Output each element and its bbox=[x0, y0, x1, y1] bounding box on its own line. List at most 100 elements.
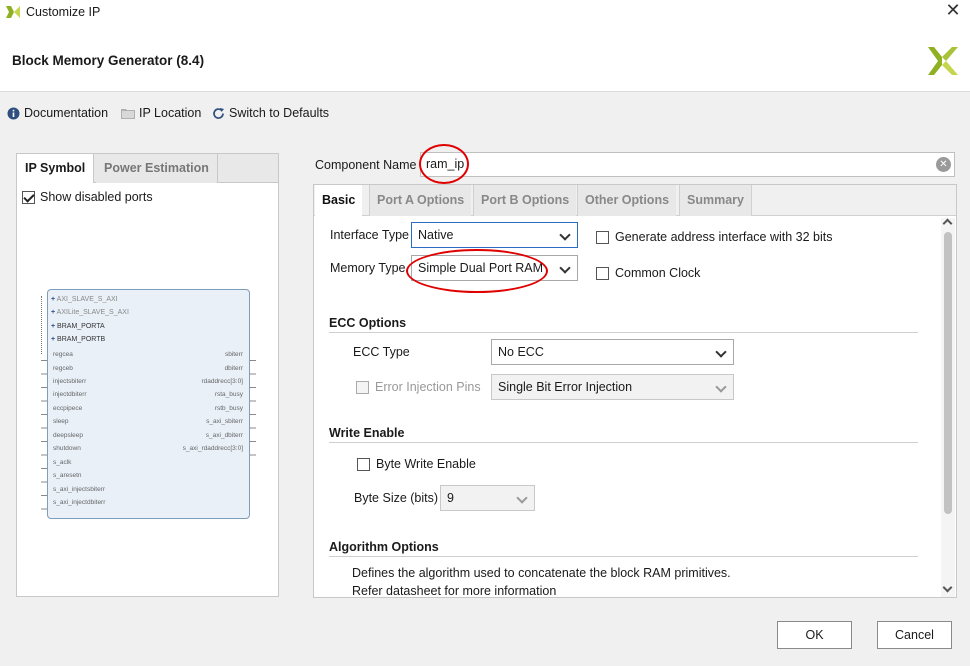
bus-axi-slave: + AXI_SLAVE_S_AXI bbox=[51, 296, 118, 303]
error-injection-option[interactable]: Error Injection Pins bbox=[356, 380, 481, 394]
scrollbar[interactable] bbox=[941, 218, 955, 597]
folder-icon bbox=[121, 109, 135, 119]
port-left: injectsbiterr bbox=[53, 378, 87, 385]
ip-symbol-block: + AXI_SLAVE_S_AXI + AXILite_SLAVE_S_AXI … bbox=[47, 289, 250, 519]
port-right: s_axi_sbiterr bbox=[206, 418, 243, 425]
port-left: s_axi_injectdbiterr bbox=[53, 499, 106, 506]
documentation-button[interactable]: Documentation bbox=[7, 104, 108, 122]
cancel-button[interactable]: Cancel bbox=[877, 621, 952, 649]
tab-basic[interactable]: Basic bbox=[315, 185, 363, 217]
ecc-type-value: No ECC bbox=[498, 345, 544, 359]
close-icon[interactable]: ✕ bbox=[942, 0, 964, 21]
memory-type-label: Memory Type bbox=[330, 261, 406, 275]
chevron-down-icon bbox=[559, 229, 571, 241]
chevron-down-icon bbox=[715, 346, 727, 358]
interface-type-select[interactable]: Native bbox=[411, 222, 578, 248]
ecc-options-heading: ECC Options bbox=[329, 316, 407, 330]
gen-addr-32-checkbox[interactable] bbox=[596, 230, 609, 244]
error-injection-checkbox[interactable] bbox=[356, 380, 369, 394]
error-injection-select[interactable]: Single Bit Error Injection bbox=[491, 374, 734, 400]
ok-button[interactable]: OK bbox=[777, 621, 852, 649]
ip-location-label: IP Location bbox=[139, 106, 202, 120]
gen-addr-32-option[interactable]: Generate address interface with 32 bits bbox=[596, 230, 832, 244]
info-icon bbox=[7, 107, 20, 119]
error-injection-value: Single Bit Error Injection bbox=[498, 380, 633, 394]
port-left: sleep bbox=[53, 418, 69, 425]
common-clock-option[interactable]: Common Clock bbox=[596, 266, 700, 280]
port-right: s_axi_dbiterr bbox=[205, 432, 243, 439]
ip-symbol-panel: IP Symbol Power Estimation Show disabled… bbox=[16, 153, 279, 597]
title-bar: Customize IP ✕ bbox=[0, 0, 970, 26]
gen-addr-32-label: Generate address interface with 32 bits bbox=[615, 230, 833, 244]
section-divider bbox=[329, 332, 918, 333]
vivado-logo-icon bbox=[6, 6, 20, 18]
algorithm-description: Defines the algorithm used to concatenat… bbox=[352, 566, 731, 580]
chevron-down-icon bbox=[559, 262, 571, 274]
port-left: s_aclk bbox=[53, 459, 72, 466]
switch-defaults-label: Switch to Defaults bbox=[229, 106, 330, 120]
xilinx-brand-icon bbox=[928, 47, 958, 75]
tab-port-b-options[interactable]: Port B Options bbox=[473, 185, 577, 216]
ip-location-button[interactable]: IP Location bbox=[121, 104, 201, 122]
tab-port-a-options[interactable]: Port A Options bbox=[369, 185, 472, 216]
annotation-circle bbox=[419, 144, 469, 184]
clear-icon[interactable]: ✕ bbox=[936, 157, 951, 172]
ecc-type-label: ECC Type bbox=[353, 345, 410, 359]
bus-bram-portb: + BRAM_PORTB bbox=[51, 336, 106, 343]
component-name-input[interactable]: ram_ip ✕ bbox=[420, 152, 955, 177]
port-left: shutdown bbox=[53, 445, 81, 452]
tab-power-estimation[interactable]: Power Estimation bbox=[96, 154, 218, 183]
interface-type-value: Native bbox=[418, 228, 454, 242]
port-right: rstb_busy bbox=[214, 405, 243, 412]
left-pin-stubs bbox=[41, 354, 47, 516]
interface-type-label: Interface Type bbox=[330, 228, 409, 242]
documentation-label: Documentation bbox=[24, 106, 109, 120]
bus-bram-porta: + BRAM_PORTA bbox=[51, 323, 105, 330]
chevron-down-icon bbox=[715, 381, 727, 393]
error-injection-label: Error Injection Pins bbox=[375, 380, 481, 394]
refresh-icon bbox=[213, 107, 224, 119]
right-pin-stubs bbox=[250, 354, 256, 462]
port-right: rsta_busy bbox=[214, 391, 243, 398]
tab-other-options[interactable]: Other Options bbox=[577, 185, 677, 216]
scroll-down-icon[interactable] bbox=[942, 582, 953, 593]
section-divider bbox=[329, 442, 918, 443]
scroll-thumb[interactable] bbox=[944, 232, 952, 514]
ip-title: Block Memory Generator (8.4) bbox=[12, 53, 205, 68]
annotation-circle bbox=[406, 249, 548, 293]
port-left: regcea bbox=[53, 351, 73, 358]
dialog-header: Block Memory Generator (8.4) bbox=[0, 26, 970, 92]
port-left: s_axi_injectsbiterr bbox=[53, 486, 106, 493]
byte-size-value: 9 bbox=[447, 491, 454, 505]
byte-write-enable-checkbox[interactable] bbox=[357, 457, 370, 471]
port-left: injectdbiterr bbox=[53, 391, 87, 398]
tab-ip-symbol[interactable]: IP Symbol bbox=[17, 154, 95, 183]
port-right: dbiterr bbox=[224, 365, 243, 372]
show-disabled-ports-option[interactable]: Show disabled ports bbox=[22, 190, 153, 204]
common-clock-label: Common Clock bbox=[615, 266, 701, 280]
port-left: eccpipece bbox=[53, 405, 83, 412]
byte-size-select[interactable]: 9 bbox=[440, 485, 535, 511]
port-left: s_aresetn bbox=[53, 472, 82, 479]
port-left: regceb bbox=[53, 365, 73, 372]
algorithm-note-clip: Refer datasheet for more information bbox=[340, 580, 926, 596]
window-title: Customize IP bbox=[26, 5, 101, 19]
byte-write-enable-label: Byte Write Enable bbox=[376, 457, 476, 471]
common-clock-checkbox[interactable] bbox=[596, 266, 609, 280]
byte-size-label: Byte Size (bits) bbox=[354, 491, 439, 505]
algorithm-note: Refer datasheet for more information bbox=[352, 584, 557, 596]
switch-defaults-button[interactable]: Switch to Defaults bbox=[212, 104, 329, 122]
port-right: sbiterr bbox=[224, 351, 243, 358]
ecc-type-select[interactable]: No ECC bbox=[491, 339, 734, 365]
write-enable-heading: Write Enable bbox=[329, 426, 405, 440]
section-divider bbox=[329, 556, 918, 557]
show-disabled-ports-checkbox[interactable] bbox=[22, 190, 35, 204]
chevron-down-icon bbox=[516, 492, 528, 504]
tab-summary[interactable]: Summary bbox=[679, 185, 752, 216]
byte-write-enable-option[interactable]: Byte Write Enable bbox=[357, 457, 476, 471]
port-right: s_axi_rdaddrecc[3:0] bbox=[182, 445, 243, 452]
component-name-label: Component Name bbox=[315, 158, 417, 172]
port-right: rdaddrecc[3:0] bbox=[201, 378, 243, 385]
scroll-up-icon[interactable] bbox=[942, 218, 953, 229]
bus-axilite-slave: + AXILite_SLAVE_S_AXI bbox=[51, 309, 129, 316]
